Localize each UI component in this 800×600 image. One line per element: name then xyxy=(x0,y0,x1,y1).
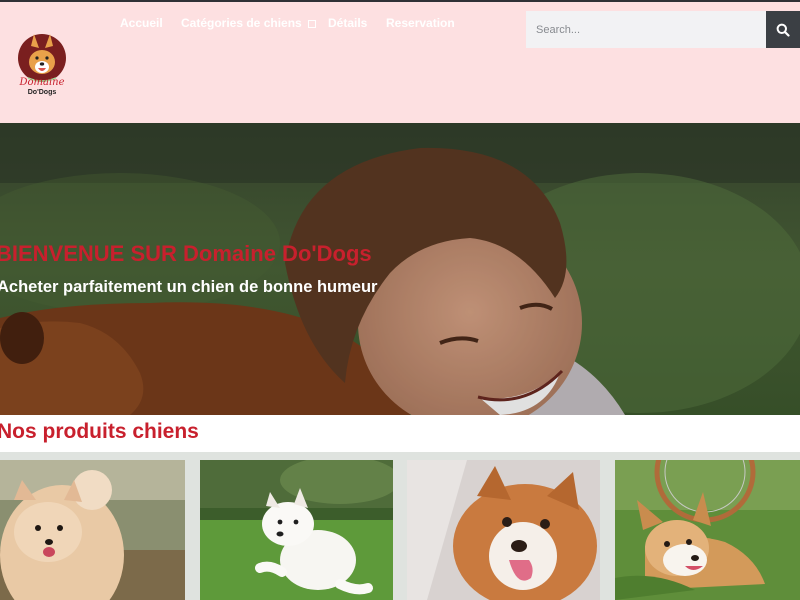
product-card[interactable] xyxy=(0,460,185,600)
svg-text:Domaine: Domaine xyxy=(18,77,64,88)
nav-item-categories[interactable]: Catégories de chiens xyxy=(181,16,316,30)
nav-item-accueil[interactable]: Accueil xyxy=(120,16,163,30)
nav-item-reservation[interactable]: Reservation xyxy=(386,16,455,30)
search-button[interactable] xyxy=(766,11,800,48)
search-input[interactable] xyxy=(526,11,766,48)
product-card[interactable] xyxy=(200,460,393,600)
products-heading-band: Nos produits chiens xyxy=(0,415,800,452)
dropdown-square-icon xyxy=(307,19,316,28)
hero-subtitle: Acheter parfaitement un chien de bonne h… xyxy=(0,278,378,296)
nav-item-details[interactable]: Détails xyxy=(328,16,367,30)
nav-item-categories-label: Catégories de chiens xyxy=(181,16,302,30)
site-header: Domaine Do'Dogs Accueil Catégories de ch… xyxy=(0,2,800,123)
white-dog-image xyxy=(200,460,393,600)
hero-title: BIENVENUE SUR Domaine Do'Dogs xyxy=(0,241,372,266)
site-logo[interactable]: Domaine Do'Dogs xyxy=(16,30,68,96)
hero-image xyxy=(0,123,800,415)
product-gallery xyxy=(0,452,800,600)
search-icon xyxy=(776,23,790,37)
svg-text:Do'Dogs: Do'Dogs xyxy=(28,89,57,96)
product-card[interactable] xyxy=(407,460,600,600)
search-bar xyxy=(526,11,800,48)
hero-banner: BIENVENUE SUR Domaine Do'Dogs Acheter pa… xyxy=(0,123,800,415)
corgi-puppy-image xyxy=(407,460,600,600)
products-title: Nos produits chiens xyxy=(0,420,199,443)
product-card[interactable] xyxy=(615,460,800,600)
corgi-grass-image xyxy=(615,460,800,600)
corgi-logo-icon: Domaine Do'Dogs xyxy=(18,34,66,96)
pomeranian-dog-image xyxy=(0,460,185,600)
